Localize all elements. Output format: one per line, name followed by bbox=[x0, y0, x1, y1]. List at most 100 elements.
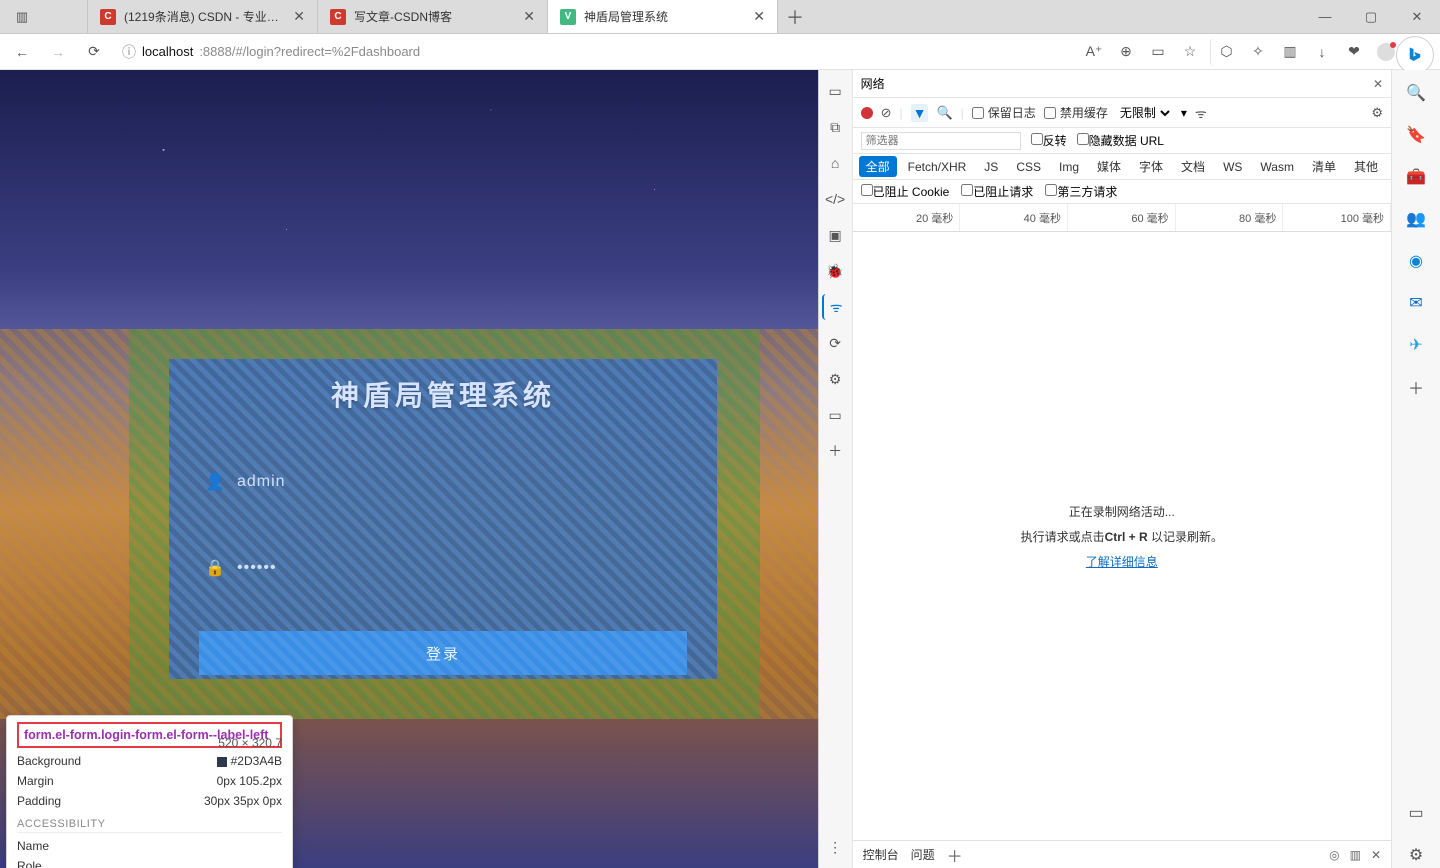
type-filter-other[interactable]: 其他 bbox=[1347, 156, 1385, 177]
elements-tab-icon[interactable]: </> bbox=[822, 186, 848, 212]
read-aloud-icon[interactable]: A⁺ bbox=[1078, 38, 1110, 66]
preserve-log-checkbox[interactable]: 保留日志 bbox=[972, 104, 1036, 121]
refresh-button[interactable]: ⟳ bbox=[78, 38, 110, 66]
invert-checkbox[interactable]: 反转 bbox=[1031, 132, 1067, 149]
tools-sidebar-icon[interactable]: 🧰 bbox=[1403, 164, 1429, 190]
shopping-sidebar-icon[interactable]: 🔖 bbox=[1403, 122, 1429, 148]
outlook-sidebar-icon[interactable]: ✉ bbox=[1403, 290, 1429, 316]
timeline-tick: 20 毫秒 bbox=[853, 204, 961, 231]
tab-title: 写文章-CSDN博客 bbox=[354, 8, 515, 25]
type-filter-manifest[interactable]: 清单 bbox=[1305, 156, 1343, 177]
sidebar-settings-icon[interactable]: ⚙ bbox=[1403, 842, 1429, 868]
blocked-cookie-checkbox[interactable]: 已阻止 Cookie bbox=[861, 183, 950, 200]
username-row: 👤 admin bbox=[199, 459, 687, 505]
close-icon[interactable]: ✕ bbox=[293, 8, 305, 25]
tooltip-padding-label: Padding bbox=[17, 794, 61, 808]
forward-button[interactable]: → bbox=[42, 38, 74, 66]
filter-input[interactable] bbox=[861, 132, 1021, 150]
url-field[interactable]: ⓘ localhost:8888/#/login?redirect=%2Fdas… bbox=[114, 38, 1074, 66]
disable-cache-checkbox[interactable]: 禁用缓存 bbox=[1044, 104, 1108, 121]
network-timeline[interactable]: 20 毫秒 40 毫秒 60 毫秒 80 毫秒 100 毫秒 bbox=[853, 204, 1391, 232]
search-sidebar-icon[interactable]: 🔍 bbox=[1403, 80, 1429, 106]
network-tab-icon[interactable]: ᯤ bbox=[822, 294, 848, 320]
sources-tab-icon[interactable]: 🐞 bbox=[822, 258, 848, 284]
window-controls: — ▢ ✕ bbox=[1302, 0, 1440, 33]
drawer-close-icon[interactable]: ✕ bbox=[1371, 848, 1381, 862]
tab-csdn-home[interactable]: C (1219条消息) CSDN - 专业开发… ✕ bbox=[88, 0, 318, 33]
type-filter-font[interactable]: 字体 bbox=[1132, 156, 1170, 177]
hide-data-url-checkbox[interactable]: 隐藏数据 URL bbox=[1077, 132, 1164, 149]
tab-app[interactable]: V 神盾局管理系统 ✕ bbox=[548, 0, 778, 33]
type-filter-wasm[interactable]: Wasm bbox=[1253, 158, 1301, 176]
username-input[interactable]: admin bbox=[237, 473, 286, 491]
inspect-tab-icon[interactable]: ▭ bbox=[822, 78, 848, 104]
games-sidebar-icon[interactable]: 👥 bbox=[1403, 206, 1429, 232]
add-sidebar-icon[interactable]: ＋ bbox=[1403, 374, 1429, 400]
zoom-icon[interactable]: ⊕ bbox=[1110, 38, 1142, 66]
performance-tab-icon[interactable]: ⟳ bbox=[822, 330, 848, 356]
device-tab-icon[interactable]: ⧉ bbox=[822, 114, 848, 140]
type-filter-row: 全部 Fetch/XHR JS CSS Img 媒体 字体 文档 WS Wasm… bbox=[853, 154, 1391, 180]
tab-csdn-write[interactable]: C 写文章-CSDN博客 ✕ bbox=[318, 0, 548, 33]
send-sidebar-icon[interactable]: ✈ bbox=[1403, 332, 1429, 358]
page-viewport: 神盾局管理系统 👤 admin 🔒 •••••• 登录 form.el-form… bbox=[0, 70, 818, 868]
network-conditions-icon[interactable]: ᯤ bbox=[1195, 104, 1207, 122]
bing-sidebar-button[interactable] bbox=[1396, 36, 1434, 74]
application-tab-icon[interactable]: ▭ bbox=[822, 402, 848, 428]
console-tab-icon[interactable]: ▣ bbox=[822, 222, 848, 248]
type-filter-css[interactable]: CSS bbox=[1009, 158, 1048, 176]
timeline-tick: 40 毫秒 bbox=[960, 204, 1068, 231]
filter-toggle-button[interactable]: ▼ bbox=[911, 104, 929, 122]
search-icon[interactable]: 🔍 bbox=[936, 105, 952, 121]
cookie-filter-row: 已阻止 Cookie 已阻止请求 第三方请求 bbox=[853, 180, 1391, 204]
devtools-tool-tabs: ▭ ⧉ ⌂ </> ▣ 🐞 ᯤ ⟳ ⚙ ▭ ＋ ⋮ bbox=[819, 70, 853, 868]
type-filter-all[interactable]: 全部 bbox=[859, 156, 897, 177]
more-tools-icon[interactable]: ＋ bbox=[822, 438, 848, 464]
clear-button[interactable]: ⊘ bbox=[881, 105, 892, 121]
devtools-ellipsis-icon[interactable]: ⋮ bbox=[822, 834, 848, 860]
favorites-icon[interactable]: ✧ bbox=[1242, 38, 1274, 66]
new-tab-button[interactable]: ＋ bbox=[778, 0, 812, 33]
tooltip-acc-role: Role bbox=[17, 859, 42, 868]
lock-icon: 🔒 bbox=[205, 558, 223, 578]
tooltip-acc-name: Name bbox=[17, 839, 49, 853]
drawer-add-tab-button[interactable]: ＋ bbox=[947, 843, 963, 867]
welcome-tab-icon[interactable]: ⌂ bbox=[822, 150, 848, 176]
learn-more-link[interactable]: 了解详细信息 bbox=[1086, 553, 1158, 570]
back-button[interactable]: ← bbox=[6, 38, 38, 66]
drawer-csp-icon[interactable]: ◎ bbox=[1329, 848, 1339, 862]
memory-tab-icon[interactable]: ⚙ bbox=[822, 366, 848, 392]
favorite-star-icon[interactable]: ☆ bbox=[1174, 38, 1206, 66]
drawer-console-tab[interactable]: 控制台 bbox=[863, 846, 899, 863]
site-info-icon[interactable]: ⓘ bbox=[122, 42, 136, 62]
type-filter-js[interactable]: JS bbox=[977, 158, 1005, 176]
tab-overview-button[interactable]: ▥ bbox=[0, 0, 44, 33]
password-input[interactable]: •••••• bbox=[237, 559, 277, 577]
close-icon[interactable]: ✕ bbox=[523, 8, 535, 25]
extensions-icon[interactable]: ⬡ bbox=[1210, 38, 1242, 66]
minimize-button[interactable]: — bbox=[1302, 0, 1348, 33]
blocked-req-checkbox[interactable]: 已阻止请求 bbox=[961, 183, 1033, 200]
type-filter-img[interactable]: Img bbox=[1052, 158, 1086, 176]
type-filter-media[interactable]: 媒体 bbox=[1090, 156, 1128, 177]
login-button[interactable]: 登录 bbox=[199, 631, 687, 675]
edge-sidebar-icon[interactable]: ◉ bbox=[1403, 248, 1429, 274]
type-filter-ws[interactable]: WS bbox=[1216, 158, 1249, 176]
collections-icon[interactable]: ▥ bbox=[1274, 38, 1306, 66]
reader-icon[interactable]: ▭ bbox=[1142, 38, 1174, 66]
downloads-icon[interactable]: ↓ bbox=[1306, 38, 1338, 66]
maximize-button[interactable]: ▢ bbox=[1348, 0, 1394, 33]
performance-icon[interactable]: ❤ bbox=[1338, 38, 1370, 66]
third-party-checkbox[interactable]: 第三方请求 bbox=[1045, 183, 1117, 200]
drawer-dock-icon[interactable]: ▥ bbox=[1350, 848, 1361, 862]
close-devtools-button[interactable]: ✕ bbox=[1373, 77, 1383, 91]
settings-gear-icon[interactable]: ⚙ bbox=[1371, 105, 1383, 121]
record-button[interactable] bbox=[861, 107, 873, 119]
close-icon[interactable]: ✕ bbox=[753, 8, 765, 25]
close-window-button[interactable]: ✕ bbox=[1394, 0, 1440, 33]
type-filter-doc[interactable]: 文档 bbox=[1174, 156, 1212, 177]
drawer-issues-tab[interactable]: 问题 bbox=[911, 846, 935, 863]
type-filter-fetch[interactable]: Fetch/XHR bbox=[901, 158, 974, 176]
throttle-select[interactable]: 无限制 bbox=[1116, 105, 1173, 121]
hide-sidebar-icon[interactable]: ▭ bbox=[1403, 800, 1429, 826]
